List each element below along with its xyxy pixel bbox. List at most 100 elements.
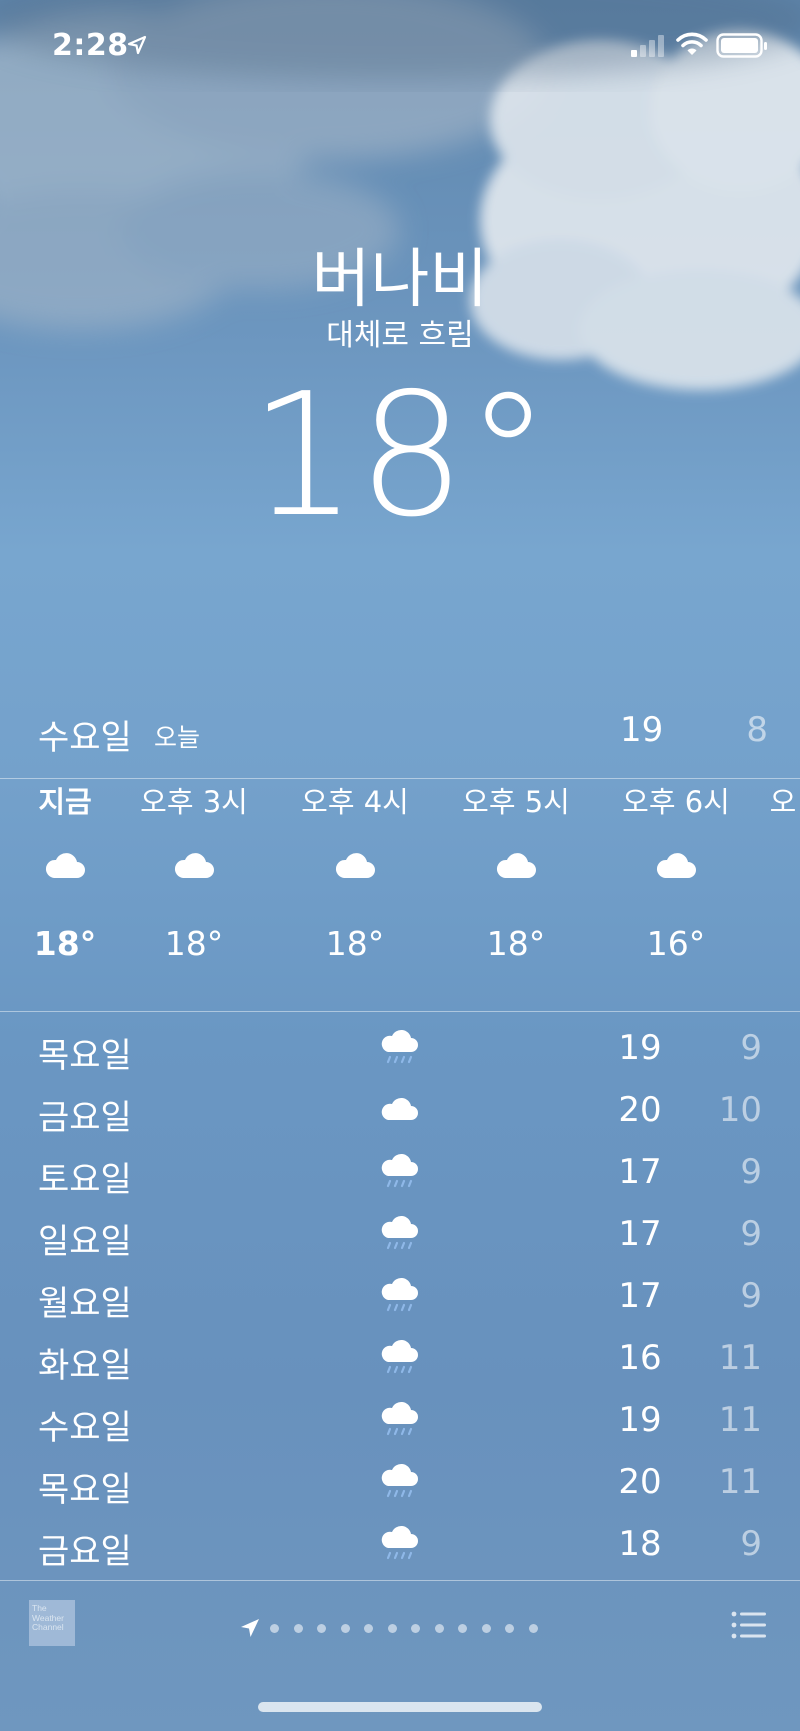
daily-row: 목요일 20 11 xyxy=(0,1456,800,1518)
page-dot xyxy=(411,1623,420,1633)
page-dot xyxy=(481,1623,491,1633)
today-summary: 수요일 오늘 19 8 xyxy=(0,704,800,764)
daily-row: 월요일 17 9 xyxy=(0,1270,800,1332)
hour-temp: 18° xyxy=(164,924,224,963)
page-dot xyxy=(528,1623,538,1633)
weather-channel-logo-text: The Weather Channel xyxy=(32,1603,64,1632)
page-dot xyxy=(340,1623,350,1633)
hour-label: 오후 4시 xyxy=(301,785,409,819)
day-name: 수요일 xyxy=(38,1408,132,1448)
day-high: 18 xyxy=(618,1524,662,1564)
hour-label: 오후 5시 xyxy=(462,785,570,819)
day-low: 9 xyxy=(740,1276,762,1316)
hourly-item: 오후 3시 18° xyxy=(124,780,264,963)
day-high: 17 xyxy=(618,1276,662,1316)
cloud-icon xyxy=(0,848,135,910)
page-dot xyxy=(434,1623,444,1633)
weather-channel-logo[interactable]: The Weather Channel xyxy=(29,1600,75,1646)
battery-icon xyxy=(716,33,767,58)
today-label: 오늘 xyxy=(154,723,201,752)
page-indicator[interactable] xyxy=(238,1616,552,1640)
day-name: 월요일 xyxy=(38,1284,132,1324)
daily-row: 수요일 19 11 xyxy=(0,1394,800,1456)
hour-temp: 16° xyxy=(646,924,706,963)
cloud-icon xyxy=(381,1097,418,1120)
day-high: 19 xyxy=(618,1400,662,1440)
city-list-icon[interactable] xyxy=(731,1610,767,1640)
day-low: 9 xyxy=(740,1214,762,1254)
weather-screen: 2:28 버나비 대체로 흐림 18° 수요일 오늘 19 8 지금 18° 오… xyxy=(0,0,800,1731)
rain-cloud-icon xyxy=(381,1339,418,1374)
page-dot xyxy=(364,1623,373,1633)
day-name: 금요일 xyxy=(38,1098,132,1138)
location-arrow-icon xyxy=(241,1619,259,1637)
cloud-icon xyxy=(446,848,586,910)
day-low: 9 xyxy=(740,1524,762,1564)
page-dot xyxy=(270,1623,279,1633)
today-high: 19 xyxy=(620,710,664,750)
hour-temp: 18° xyxy=(33,924,97,963)
day-name: 화요일 xyxy=(38,1346,132,1386)
daily-row: 일요일 17 9 xyxy=(0,1208,800,1270)
divider xyxy=(0,1580,800,1581)
day-low: 9 xyxy=(740,1152,762,1192)
cloud-icon xyxy=(606,848,746,910)
day-low: 10 xyxy=(718,1090,762,1130)
rain-cloud-icon xyxy=(381,1029,418,1064)
day-high: 17 xyxy=(618,1214,662,1254)
wifi-icon xyxy=(676,32,708,55)
daily-row: 금요일 18 9 xyxy=(0,1518,800,1580)
hourly-item: 오 xyxy=(713,780,800,824)
hour-temp: 18° xyxy=(325,924,385,963)
day-high: 20 xyxy=(618,1462,662,1502)
day-name: 토요일 xyxy=(38,1160,132,1200)
today-low: 8 xyxy=(746,710,768,750)
page-dot xyxy=(458,1623,467,1633)
cloud-icon xyxy=(285,848,425,910)
day-high: 19 xyxy=(618,1028,662,1068)
status-bar: 2:28 xyxy=(0,0,800,100)
day-low: 9 xyxy=(740,1028,762,1068)
day-name: 일요일 xyxy=(38,1222,132,1262)
day-high: 17 xyxy=(618,1152,662,1192)
hour-temp: 18° xyxy=(486,924,546,963)
weather-condition: 대체로 흐림 xyxy=(326,318,474,353)
divider xyxy=(0,1011,800,1012)
hour-label: 지금 xyxy=(38,785,92,819)
rain-cloud-icon xyxy=(381,1525,418,1560)
day-low: 11 xyxy=(718,1400,762,1440)
hour-label: 오후 3시 xyxy=(140,785,248,819)
rain-cloud-icon xyxy=(381,1153,418,1188)
hourly-item: 오후 4시 18° xyxy=(285,780,425,963)
home-indicator[interactable] xyxy=(258,1702,542,1712)
rain-cloud-icon xyxy=(381,1277,418,1312)
status-time: 2:28 xyxy=(52,28,129,63)
daily-row: 금요일 20 10 xyxy=(0,1084,800,1146)
day-high: 16 xyxy=(618,1338,662,1378)
daily-row: 토요일 17 9 xyxy=(0,1146,800,1208)
divider xyxy=(0,778,800,779)
day-name: 금요일 xyxy=(38,1532,132,1572)
page-dot xyxy=(293,1623,303,1633)
rain-cloud-icon xyxy=(381,1463,418,1498)
cloud-icon xyxy=(124,848,264,910)
hourly-forecast[interactable]: 지금 18° 오후 3시 18° 오후 4시 18° 오후 5시 18° 오후 … xyxy=(0,780,800,1000)
daily-row: 목요일 19 9 xyxy=(0,1022,800,1084)
city-name: 버나비 xyxy=(311,243,489,317)
footer-bar: The Weather Channel xyxy=(0,1582,800,1682)
day-high: 20 xyxy=(618,1090,662,1130)
today-day: 수요일 xyxy=(38,718,132,758)
page-dot xyxy=(317,1623,326,1633)
cellular-signal-icon xyxy=(631,35,664,57)
daily-row: 화요일 16 11 xyxy=(0,1332,800,1394)
page-dot xyxy=(387,1623,397,1633)
rain-cloud-icon xyxy=(381,1401,418,1436)
current-temperature: 18° xyxy=(249,357,551,555)
hourly-item: 오후 5시 18° xyxy=(446,780,586,963)
location-arrow-icon xyxy=(127,35,147,55)
hourly-item: 지금 18° xyxy=(0,780,135,963)
day-name: 목요일 xyxy=(38,1470,132,1510)
page-dot xyxy=(505,1623,514,1633)
daily-forecast: 목요일 19 9 금요일 20 10 토요일 17 9 일요일 17 9 월요일… xyxy=(0,1022,800,1580)
rain-cloud-icon xyxy=(381,1215,418,1250)
